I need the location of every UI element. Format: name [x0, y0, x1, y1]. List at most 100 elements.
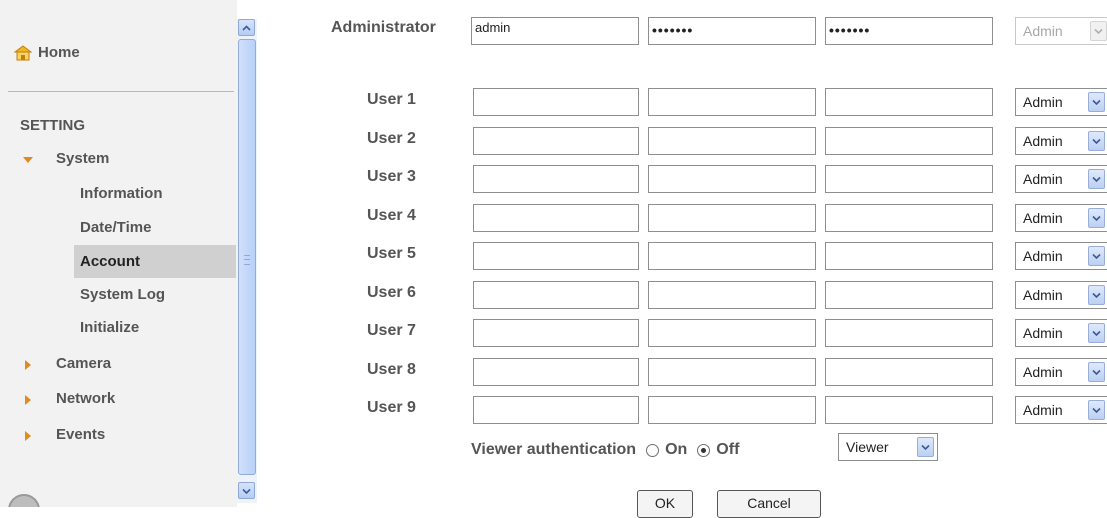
user-confirm-password-field[interactable] [825, 126, 993, 155]
caret-right-icon [22, 358, 34, 370]
user-confirm-password-field[interactable] [825, 280, 993, 309]
sidebar-item-system-log[interactable]: System Log [74, 278, 236, 311]
user-password-field[interactable] [648, 165, 816, 193]
home-label: Home [38, 44, 80, 61]
user-role-value: Admin [1023, 402, 1063, 418]
user-label: User 2 [367, 129, 416, 147]
ok-button[interactable]: OK [637, 490, 693, 518]
chevron-down-icon [917, 437, 934, 457]
user-password-field[interactable] [648, 357, 816, 386]
chevron-down-icon [1088, 207, 1105, 228]
user-confirm-password-field[interactable] [825, 165, 993, 193]
setting-heading: SETTING [20, 117, 86, 134]
admin-confirm-password-field[interactable]: ••••••• [825, 17, 993, 45]
user-username-field[interactable] [473, 396, 639, 424]
viewer-auth-on-radio[interactable] [646, 443, 660, 457]
user-password-field[interactable] [648, 88, 816, 116]
user-role-select[interactable]: Admin [1015, 242, 1107, 270]
user-password-field[interactable] [648, 126, 816, 155]
home-icon [14, 44, 32, 61]
scroll-down-button[interactable] [238, 482, 255, 499]
user-confirm-password-field[interactable] [825, 319, 993, 347]
user-label: User 6 [367, 283, 416, 301]
sidebar-divider [8, 91, 234, 92]
user-label: User 9 [367, 399, 416, 416]
user-role-select[interactable]: Admin [1015, 88, 1107, 116]
user-role-value: Admin [1023, 286, 1063, 303]
chevron-down-icon [1088, 323, 1105, 343]
sidebar-item-datetime[interactable]: Date/Time [74, 211, 236, 244]
user-label: User 8 [367, 360, 416, 378]
user-username-field[interactable] [473, 203, 639, 232]
cancel-button[interactable]: Cancel [717, 490, 821, 518]
chevron-down-icon [1088, 400, 1105, 420]
sidebar-scrollbar[interactable] [237, 19, 257, 503]
help-icon[interactable] [8, 494, 40, 507]
admin-password-field[interactable]: ••••••• [648, 17, 816, 45]
nav-camera-label: Camera [56, 355, 112, 372]
user-role-value: Admin [1023, 363, 1063, 380]
user-role-select[interactable]: Admin [1015, 396, 1107, 424]
user-username-field[interactable] [473, 280, 639, 309]
chevron-down-icon [1088, 361, 1105, 382]
nav-system[interactable]: System [22, 150, 109, 167]
user-label: User 7 [367, 322, 416, 339]
user-role-select[interactable]: Admin [1015, 319, 1107, 347]
user-password-field[interactable] [648, 203, 816, 232]
chevron-down-icon [1088, 130, 1105, 151]
user-username-field[interactable] [473, 165, 639, 193]
user-confirm-password-field[interactable] [825, 357, 993, 386]
nav-events[interactable]: Events [22, 426, 105, 443]
sidebar-item-initialize[interactable]: Initialize [74, 311, 236, 344]
user-username-field[interactable] [473, 319, 639, 347]
chevron-down-icon [1088, 92, 1105, 112]
viewer-auth-off-label: Off [716, 441, 740, 458]
user-role-select[interactable]: Admin [1015, 126, 1107, 155]
viewer-auth-off-radio[interactable] [697, 443, 711, 457]
home-link[interactable]: Home [14, 44, 80, 61]
user-label: User 4 [367, 206, 416, 224]
user-password-field[interactable] [648, 242, 816, 270]
scroll-thumb[interactable] [238, 39, 256, 475]
sidebar: Home SETTING System Information Date/Tim… [0, 0, 237, 507]
sidebar-item-information[interactable]: Information [74, 177, 236, 210]
grip-icon [244, 255, 250, 265]
user-password-field[interactable] [648, 396, 816, 424]
user-password-field[interactable] [648, 319, 816, 347]
chevron-down-icon [1090, 21, 1107, 41]
caret-down-icon [22, 153, 34, 165]
admin-role-select: Admin [1015, 17, 1107, 45]
user-confirm-password-field[interactable] [825, 203, 993, 232]
user-confirm-password-field[interactable] [825, 396, 993, 424]
caret-right-icon [22, 393, 34, 405]
user-label: User 1 [367, 91, 416, 108]
user-confirm-password-field[interactable] [825, 242, 993, 270]
user-role-select[interactable]: Admin [1015, 357, 1107, 386]
user-confirm-password-field[interactable] [825, 88, 993, 116]
user-role-select[interactable]: Admin [1015, 165, 1107, 193]
nav-network[interactable]: Network [22, 390, 115, 407]
user-role-value: Admin [1023, 209, 1063, 226]
admin-username-field[interactable]: admin [471, 17, 639, 45]
user-label: User 5 [367, 245, 416, 262]
user-username-field[interactable] [473, 126, 639, 155]
chevron-down-icon [1088, 284, 1105, 305]
user-role-value: Admin [1023, 171, 1063, 187]
user-role-select[interactable]: Admin [1015, 280, 1107, 309]
user-label: User 3 [367, 168, 416, 185]
user-role-select[interactable]: Admin [1015, 203, 1107, 232]
nav-network-label: Network [56, 390, 116, 407]
nav-camera[interactable]: Camera [22, 355, 111, 372]
caret-right-icon [22, 429, 34, 441]
user-username-field[interactable] [473, 88, 639, 116]
user-role-value: Admin [1023, 94, 1063, 110]
chevron-down-icon [242, 488, 251, 494]
sidebar-item-account[interactable]: Account [74, 245, 236, 278]
user-password-field[interactable] [648, 280, 816, 309]
viewer-auth-on-label: On [665, 441, 688, 458]
viewer-authentication: Viewer authentication On Off [471, 441, 739, 459]
user-username-field[interactable] [473, 242, 639, 270]
scroll-up-button[interactable] [238, 19, 255, 36]
viewer-role-select[interactable]: Viewer [838, 433, 938, 461]
user-username-field[interactable] [473, 357, 639, 386]
